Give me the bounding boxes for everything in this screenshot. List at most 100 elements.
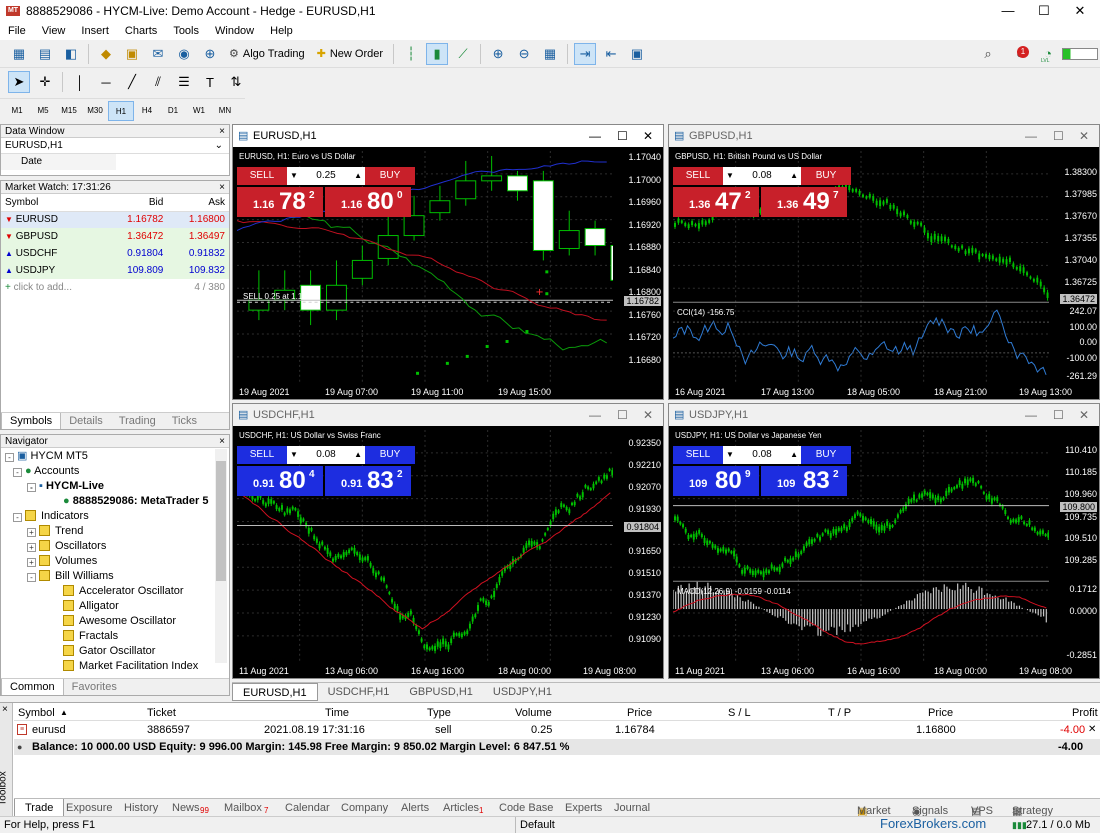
tree-item-account[interactable]: ● 8888529086: MetaTrader 5 I	[5, 494, 211, 509]
add-symbol-row[interactable]: + click to add... 4 / 380	[1, 279, 229, 296]
chart-window-usdchf[interactable]: ▤ USDCHF,H1 — ☐ ✕ USDCHF, H1: US Dollar …	[232, 403, 664, 679]
menu-charts[interactable]: Charts	[117, 25, 165, 37]
tab-news[interactable]: News	[172, 802, 200, 814]
menu-help[interactable]: Help	[262, 25, 301, 37]
lot-decrease-icon[interactable]: ▼	[726, 446, 734, 464]
column-symbol[interactable]: Symbol	[1, 194, 106, 212]
tab-exposure[interactable]: Exposure	[66, 802, 112, 814]
tree-item-indicator[interactable]: Gator Oscillator	[5, 644, 211, 659]
chart-tab-usdchf[interactable]: USDCHF,H1	[318, 683, 400, 701]
sell-price-display[interactable]: 1.16 78 2	[237, 187, 323, 217]
tab-alerts[interactable]: Alerts	[401, 802, 429, 814]
search-icon[interactable]: ⌕	[977, 43, 999, 65]
bar-chart-icon[interactable]: ┆	[400, 43, 422, 65]
sell-button[interactable]: SELL	[237, 446, 287, 464]
table-row[interactable]: ▼ EURUSD 1.16782 1.16800	[1, 211, 229, 228]
sell-button[interactable]: SELL	[673, 167, 723, 185]
lock-icon[interactable]: ▣	[121, 43, 143, 65]
market-watch-close[interactable]: ×	[219, 181, 225, 194]
column-profit[interactable]: Profit	[1072, 705, 1098, 721]
column-price-current[interactable]: Price	[928, 705, 953, 721]
table-row[interactable]: ▲ USDJPY 109.809 109.832	[1, 262, 229, 279]
menu-window[interactable]: Window	[207, 25, 262, 37]
chart-maximize-button[interactable]: ☐	[1053, 404, 1064, 426]
tree-item-accounts[interactable]: - ● Accounts	[5, 464, 211, 479]
tab-code-base[interactable]: Code Base	[499, 802, 553, 814]
buy-price-display[interactable]: 0.91 83 2	[325, 466, 411, 496]
tree-item-indicator[interactable]: Awesome Oscillator	[5, 614, 211, 629]
sell-price-display[interactable]: 109 80 9	[673, 466, 759, 496]
navigator-scrollbar[interactable]	[215, 449, 227, 663]
lot-decrease-icon[interactable]: ▼	[290, 446, 298, 464]
chart-maximize-button[interactable]: ☐	[617, 404, 628, 426]
tab-symbols[interactable]: Symbols	[1, 413, 62, 429]
collapse-icon[interactable]: -	[27, 483, 36, 492]
tab-details[interactable]: Details	[61, 413, 111, 429]
lot-size-input[interactable]: ▼ 0.08 ▲	[723, 446, 801, 464]
expand-icon[interactable]: +	[27, 528, 36, 537]
equidistant-channel-icon[interactable]: ⫽	[147, 71, 169, 93]
tree-item-server[interactable]: - ▪ HYCM-Live	[5, 479, 211, 494]
tree-item-indicator[interactable]: Market Facilitation Index	[5, 659, 211, 674]
buy-price-display[interactable]: 1.36 49 7	[761, 187, 847, 217]
timeframe-mn[interactable]: MN	[212, 101, 238, 121]
autoscroll-icon[interactable]: ⇥	[574, 42, 597, 65]
column-ticket[interactable]: Ticket	[147, 705, 176, 721]
vertical-line-icon[interactable]: │	[69, 71, 91, 93]
tree-item-indicator[interactable]: Alligator	[5, 599, 211, 614]
tab-trading[interactable]: Trading	[111, 413, 164, 429]
profiles-icon[interactable]: ▤	[34, 43, 56, 65]
chart-shift-icon[interactable]: ⇤	[600, 43, 622, 65]
tree-item-root[interactable]: - ▣ HYCM MT5	[5, 449, 211, 464]
tab-history[interactable]: History	[124, 802, 158, 814]
buy-button[interactable]: BUY	[801, 446, 851, 464]
lot-increase-icon[interactable]: ▲	[790, 446, 798, 464]
tab-company[interactable]: Company	[341, 802, 388, 814]
tab-trade[interactable]: Trade	[14, 799, 65, 817]
collapse-icon[interactable]: -	[5, 453, 14, 462]
buy-button[interactable]: BUY	[365, 167, 415, 185]
chart-minimize-button[interactable]: —	[589, 404, 601, 426]
new-chart-icon[interactable]: ▦	[8, 43, 30, 65]
status-profile[interactable]: Default	[515, 817, 715, 833]
toolbox-sidebar[interactable]: × Toolbox	[0, 703, 13, 817]
buy-button[interactable]: BUY	[365, 446, 415, 464]
chart-window-eurusd[interactable]: ▤ EURUSD,H1 — ☐ ✕ + EURUSD, H1: Euro vs …	[232, 124, 664, 400]
expand-icon[interactable]: +	[27, 558, 36, 567]
tab-journal[interactable]: Journal	[614, 802, 650, 814]
lot-increase-icon[interactable]: ▲	[790, 167, 798, 185]
depth-of-market-icon[interactable]: ◆	[95, 43, 117, 65]
close-button[interactable]: ✕	[1057, 0, 1100, 22]
timeframe-h4[interactable]: H4	[134, 101, 160, 121]
toolbox-close[interactable]: ×	[2, 704, 8, 715]
lot-increase-icon[interactable]: ▲	[354, 446, 362, 464]
tab-calendar[interactable]: Calendar	[285, 802, 330, 814]
column-type[interactable]: Type	[427, 705, 451, 721]
lot-size-input[interactable]: ▼ 0.08 ▲	[287, 446, 365, 464]
tree-item-indicators[interactable]: - Indicators	[5, 509, 211, 524]
sell-price-display[interactable]: 0.91 80 4	[237, 466, 323, 496]
data-window-symbol-select[interactable]: EURUSD,H1 ⌄	[1, 138, 229, 154]
scrollbar-thumb[interactable]	[216, 461, 226, 581]
table-row[interactable]: ▼ GBPUSD 1.36472 1.36497	[1, 228, 229, 245]
tab-experts[interactable]: Experts	[565, 802, 602, 814]
tree-item-bill-williams[interactable]: - Bill Williams	[5, 569, 211, 584]
menu-insert[interactable]: Insert	[73, 25, 117, 37]
cursor-icon[interactable]: ➤	[8, 71, 30, 93]
column-bid[interactable]: Bid	[105, 194, 168, 212]
buy-price-display[interactable]: 109 83 2	[761, 466, 847, 496]
sell-button[interactable]: SELL	[237, 167, 287, 185]
chart-tab-eurusd[interactable]: EURUSD,H1	[232, 683, 318, 701]
tab-mailbox[interactable]: Mailbox	[224, 802, 262, 814]
tree-item-trend[interactable]: + Trend	[5, 524, 211, 539]
expand-icon[interactable]: +	[27, 543, 36, 552]
chart-window-usdjpy[interactable]: ▤ USDJPY,H1 — ☐ ✕ USDJPY, H1: US Dollar …	[668, 403, 1100, 679]
lot-decrease-icon[interactable]: ▼	[290, 167, 298, 185]
chart-close-button[interactable]: ✕	[1079, 404, 1089, 426]
tree-item-oscillators[interactable]: + Oscillators	[5, 539, 211, 554]
market-watch-icon[interactable]: ◧	[60, 43, 82, 65]
tab-favorites[interactable]: Favorites	[64, 679, 125, 695]
tree-item-volumes[interactable]: + Volumes	[5, 554, 211, 569]
column-time[interactable]: Time	[325, 705, 349, 721]
chart-minimize-button[interactable]: —	[1025, 404, 1037, 426]
